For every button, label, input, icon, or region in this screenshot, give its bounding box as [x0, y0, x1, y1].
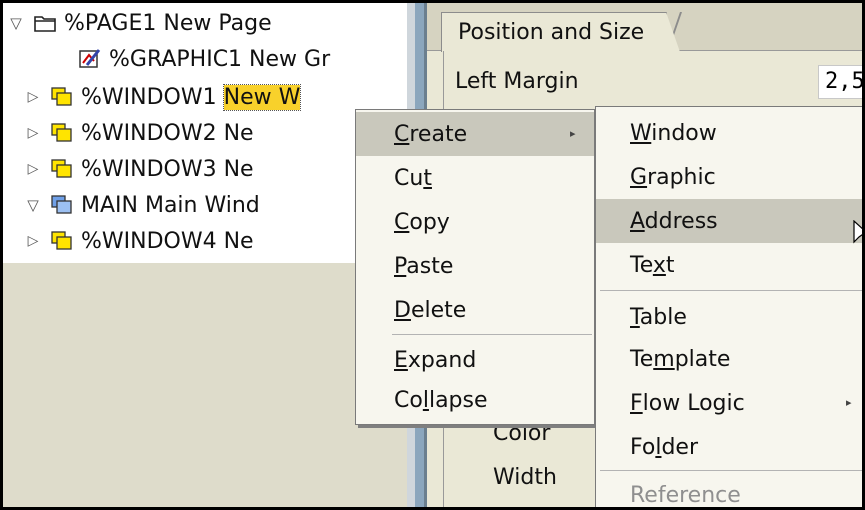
menu-item-cut[interactable]: Cut [356, 156, 594, 200]
submenu-arrow-icon: ▸ [570, 127, 576, 140]
submenu-item-folder[interactable]: Folder [596, 425, 862, 469]
tab-label: Position and Size [458, 20, 645, 45]
context-menu: Create ▸ Cut Copy Paste Delete Expand Co… [355, 109, 595, 425]
menu-item-expand[interactable]: Expand [356, 338, 594, 382]
submenu-item-table[interactable]: Table [596, 295, 862, 339]
menu-separator [392, 334, 592, 335]
tree-node-label: %WINDOW4 Ne [81, 228, 254, 254]
main-window-icon [51, 195, 73, 215]
menu-separator [600, 470, 862, 471]
width-label: Width [493, 465, 557, 490]
menu-item-create[interactable]: Create ▸ [356, 112, 594, 156]
tree-node-label: %WINDOW1 [81, 84, 224, 110]
submenu-item-reference: Reference [630, 482, 741, 508]
left-margin-label: Left Margin [455, 69, 579, 94]
tree-list: ▽ %PAGE1 New Page %GRAPHIC1 New Gr ▷ %WI… [3, 3, 407, 263]
expand-icon[interactable]: ▷ [24, 161, 42, 177]
tree-node-label: %WINDOW3 Ne [81, 156, 254, 182]
submenu-item-graphic[interactable]: Graphic [596, 155, 862, 199]
tree-node-label: %PAGE1 New Page [64, 10, 272, 36]
submenu-item-text[interactable]: Text [596, 243, 862, 287]
menu-item-collapse[interactable]: Collapse [356, 378, 594, 422]
tree-node-label: %GRAPHIC1 New Gr [109, 46, 331, 72]
menu-item-copy[interactable]: Copy [356, 200, 594, 244]
tab-position-and-size[interactable]: Position and Size [441, 12, 681, 52]
tree-node-label: %WINDOW2 Ne [81, 120, 254, 146]
window-icon [51, 159, 73, 179]
tree-node-page1[interactable]: ▽ %PAGE1 New Page [7, 7, 272, 39]
app-frame: ▽ %PAGE1 New Page %GRAPHIC1 New Gr ▷ %WI… [3, 3, 862, 507]
tree-node-window3[interactable]: ▷ %WINDOW3 Ne [24, 153, 254, 185]
tree-panel: ▽ %PAGE1 New Page %GRAPHIC1 New Gr ▷ %WI… [3, 3, 407, 507]
submenu-arrow-icon: ▸ [846, 396, 852, 409]
tree-node-window4[interactable]: ▷ %WINDOW4 Ne [24, 225, 254, 257]
expand-icon[interactable]: ▷ [24, 233, 42, 249]
submenu-item-template[interactable]: Template [596, 337, 862, 381]
folder-page-icon [34, 14, 56, 32]
tree-node-main[interactable]: ▽ MAIN Main Wind [24, 189, 260, 221]
submenu-item-window[interactable]: Window [596, 111, 862, 155]
tab-bar: Position and Size [427, 3, 862, 52]
window-icon [51, 87, 73, 107]
tree-node-label-highlight: New W [222, 83, 302, 111]
tree-node-window1[interactable]: ▷ %WINDOW1 New W [24, 81, 302, 113]
menu-item-delete[interactable]: Delete [356, 288, 594, 332]
tree-node-label: MAIN Main Wind [81, 192, 260, 218]
menu-item-paste[interactable]: Paste [356, 244, 594, 288]
create-submenu: Window Graphic Address Text Table Templa… [595, 106, 862, 507]
submenu-item-flow-logic[interactable]: Flow Logic ▸ [596, 381, 862, 425]
collapse-icon[interactable]: ▽ [7, 14, 25, 32]
menu-separator [600, 290, 862, 291]
window-icon [51, 231, 73, 251]
left-margin-input[interactable]: 2,5 [818, 65, 862, 99]
graphic-icon [79, 49, 101, 69]
expand-icon[interactable]: ▷ [24, 125, 42, 141]
collapse-icon[interactable]: ▽ [24, 196, 42, 214]
left-margin-value: 2,5 [825, 69, 862, 94]
mouse-cursor-icon [853, 219, 862, 250]
tree-node-window2[interactable]: ▷ %WINDOW2 Ne [24, 117, 254, 149]
tree-node-graphic1[interactable]: %GRAPHIC1 New Gr [61, 43, 330, 75]
submenu-item-address[interactable]: Address [596, 199, 862, 243]
expand-icon[interactable]: ▷ [24, 89, 42, 105]
window-icon [51, 123, 73, 143]
